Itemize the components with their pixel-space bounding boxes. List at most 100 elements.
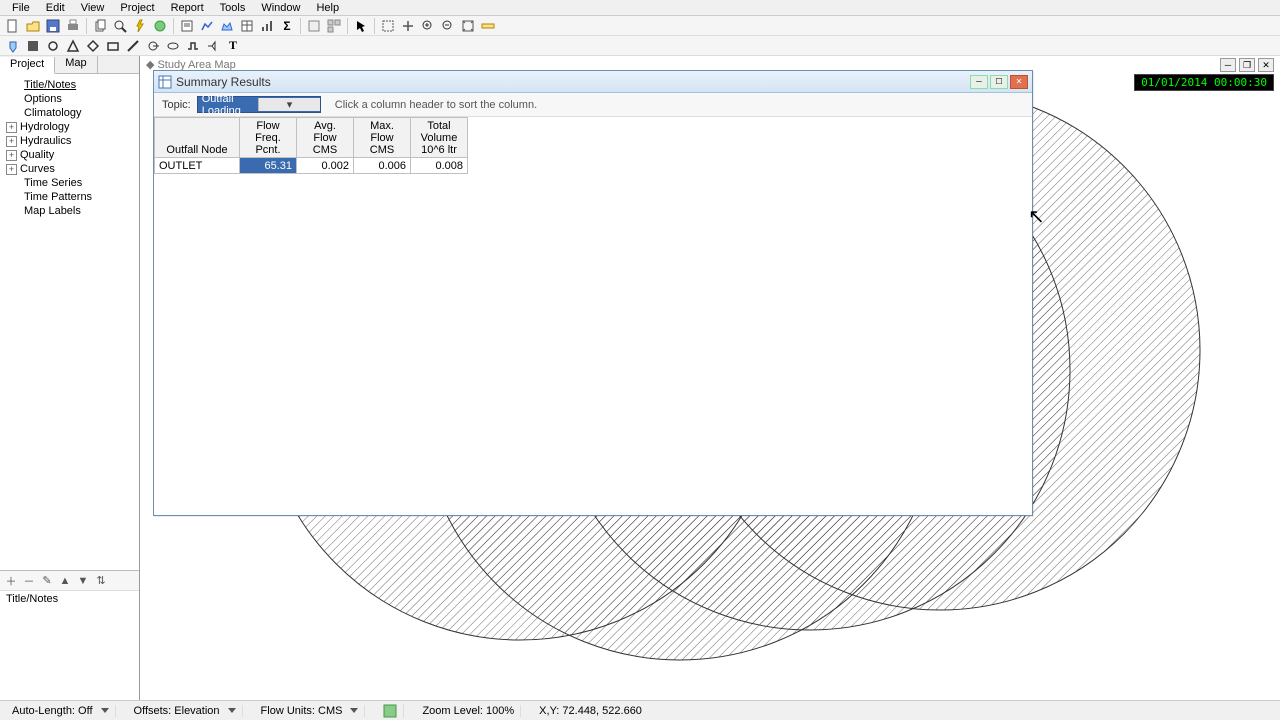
- table-icon: [158, 75, 172, 89]
- weir-icon[interactable]: [184, 37, 202, 55]
- cell-avg-flow[interactable]: 0.002: [297, 158, 354, 174]
- edit-item-icon[interactable]: ✎: [40, 574, 54, 588]
- pump-icon[interactable]: [144, 37, 162, 55]
- menu-edit[interactable]: Edit: [38, 2, 73, 14]
- table-icon[interactable]: [238, 17, 256, 35]
- status-offsets[interactable]: Offsets: Elevation: [128, 705, 243, 717]
- profile-icon[interactable]: [218, 17, 236, 35]
- col-total-volume[interactable]: Total Volume 10^6 ltr: [411, 118, 468, 158]
- move-down-icon[interactable]: ▼: [76, 574, 90, 588]
- chevron-down-icon[interactable]: [350, 708, 358, 713]
- raingage-icon[interactable]: [4, 37, 22, 55]
- select-region-icon[interactable]: [379, 17, 397, 35]
- tree-quality[interactable]: +Quality: [2, 148, 137, 162]
- cell-node-name[interactable]: OUTLET: [155, 158, 240, 174]
- window-titlebar[interactable]: Summary Results ─ ☐ ✕: [154, 71, 1032, 93]
- status-zoom: Zoom Level: 100%: [416, 705, 521, 717]
- chevron-down-icon[interactable]: ▾: [258, 98, 320, 111]
- delete-item-icon[interactable]: －: [22, 574, 36, 588]
- tree-hydraulics[interactable]: +Hydraulics: [2, 134, 137, 148]
- junction-icon[interactable]: [44, 37, 62, 55]
- run-icon[interactable]: [131, 17, 149, 35]
- main-toolbar: Σ: [0, 16, 1280, 36]
- outlet-icon[interactable]: [204, 37, 222, 55]
- expander-icon[interactable]: +: [6, 136, 17, 147]
- menu-file[interactable]: File: [4, 2, 38, 14]
- copy-icon[interactable]: [91, 17, 109, 35]
- tree-climatology[interactable]: Climatology: [2, 106, 137, 120]
- item-list-panel: ＋ － ✎ ▲ ▼ ⇅ Title/Notes: [0, 570, 139, 700]
- menu-window[interactable]: Window: [253, 2, 308, 14]
- cell-flow-freq[interactable]: 65.31: [240, 158, 297, 174]
- zoom-in-icon[interactable]: [419, 17, 437, 35]
- new-file-icon[interactable]: [4, 17, 22, 35]
- arrange-icon[interactable]: [325, 17, 343, 35]
- map-area[interactable]: ◆ Study Area Map ─ ❐ ✕ 01/01/2014 00:00:…: [140, 56, 1280, 700]
- status-flow-units[interactable]: Flow Units: CMS: [255, 705, 366, 717]
- outfall-icon[interactable]: [64, 37, 82, 55]
- window-title: Summary Results: [176, 75, 970, 89]
- cell-max-flow[interactable]: 0.006: [354, 158, 411, 174]
- close-button[interactable]: ✕: [1010, 75, 1028, 89]
- col-avg-flow[interactable]: Avg. Flow CMS: [297, 118, 354, 158]
- add-item-icon[interactable]: ＋: [4, 574, 18, 588]
- chevron-down-icon[interactable]: [228, 708, 236, 713]
- stats-icon[interactable]: [258, 17, 276, 35]
- tree-curves[interactable]: +Curves: [2, 162, 137, 176]
- print-icon[interactable]: [64, 17, 82, 35]
- menu-project[interactable]: Project: [112, 2, 162, 14]
- tree-time-series[interactable]: Time Series: [2, 176, 137, 190]
- topic-value: Outfall Loading: [198, 93, 259, 117]
- menu-report[interactable]: Report: [163, 2, 212, 14]
- minimize-button[interactable]: ─: [970, 75, 988, 89]
- save-icon[interactable]: [44, 17, 62, 35]
- maximize-button[interactable]: ☐: [990, 75, 1008, 89]
- chevron-down-icon[interactable]: [101, 708, 109, 713]
- sort-icon[interactable]: ⇅: [94, 574, 108, 588]
- orifice-icon[interactable]: [164, 37, 182, 55]
- open-file-icon[interactable]: [24, 17, 42, 35]
- status-auto-length[interactable]: Auto-Length: Off: [6, 705, 116, 717]
- topic-dropdown[interactable]: Outfall Loading ▾: [197, 96, 321, 113]
- conduit-icon[interactable]: [124, 37, 142, 55]
- col-max-flow[interactable]: Max. Flow CMS: [354, 118, 411, 158]
- storage-icon[interactable]: [104, 37, 122, 55]
- full-extent-icon[interactable]: [459, 17, 477, 35]
- table-row[interactable]: OUTLET 65.31 0.002 0.006 0.008: [155, 158, 468, 174]
- tab-map[interactable]: Map: [55, 56, 97, 73]
- subcatchment-icon[interactable]: [24, 37, 42, 55]
- tree-time-patterns[interactable]: Time Patterns: [2, 190, 137, 204]
- menubar: File Edit View Project Report Tools Wind…: [0, 0, 1280, 16]
- tree-map-labels[interactable]: Map Labels: [2, 204, 137, 218]
- cell-total-vol[interactable]: 0.008: [411, 158, 468, 174]
- label-icon[interactable]: T: [224, 37, 242, 55]
- pointer-icon[interactable]: [352, 17, 370, 35]
- col-flow-freq[interactable]: Flow Freq. Pcnt.: [240, 118, 297, 158]
- sum-icon[interactable]: Σ: [278, 17, 296, 35]
- tab-project[interactable]: Project: [0, 57, 55, 74]
- find-icon[interactable]: [111, 17, 129, 35]
- tree-options[interactable]: Options: [2, 92, 137, 106]
- expander-icon[interactable]: +: [6, 150, 17, 161]
- query-icon[interactable]: [151, 17, 169, 35]
- expander-icon[interactable]: +: [6, 164, 17, 175]
- divider-icon[interactable]: [84, 37, 102, 55]
- object-toolbar: T: [0, 36, 1280, 56]
- graph-icon[interactable]: [198, 17, 216, 35]
- project-tree[interactable]: Title/Notes Options Climatology +Hydrolo…: [0, 74, 139, 570]
- expander-icon[interactable]: +: [6, 122, 17, 133]
- zoom-out-icon[interactable]: [439, 17, 457, 35]
- status-report-icon[interactable]: [178, 17, 196, 35]
- options-icon[interactable]: [305, 17, 323, 35]
- move-up-icon[interactable]: ▲: [58, 574, 72, 588]
- tree-hydrology[interactable]: +Hydrology: [2, 120, 137, 134]
- menu-tools[interactable]: Tools: [212, 2, 254, 14]
- col-outfall-node[interactable]: Outfall Node: [155, 118, 240, 158]
- menu-help[interactable]: Help: [308, 2, 347, 14]
- pan-icon[interactable]: [399, 17, 417, 35]
- summary-results-window: Summary Results ─ ☐ ✕ Topic: Outfall Loa…: [153, 70, 1033, 516]
- results-table[interactable]: Outfall Node Flow Freq. Pcnt. Avg. Flow …: [154, 117, 468, 174]
- measure-icon[interactable]: [479, 17, 497, 35]
- menu-view[interactable]: View: [73, 2, 113, 14]
- tree-title-notes[interactable]: Title/Notes: [2, 78, 137, 92]
